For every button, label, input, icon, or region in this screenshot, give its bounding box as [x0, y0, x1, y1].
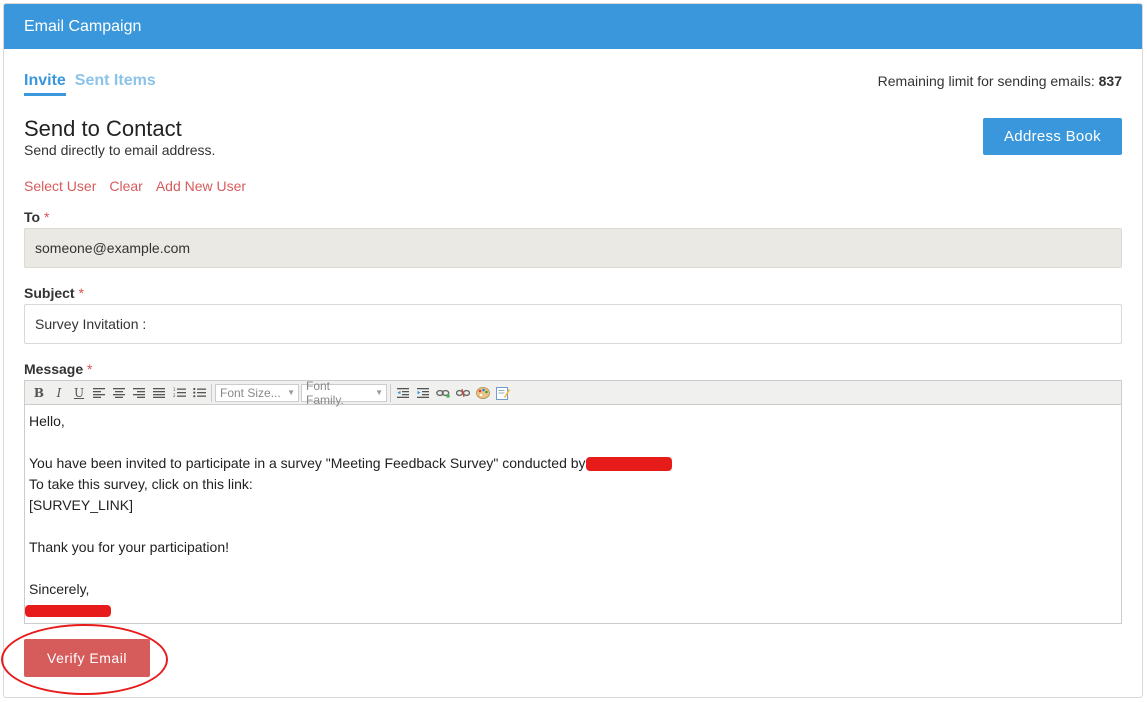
message-line-invite: You have been invited to participate in … — [29, 455, 586, 471]
tab-sent-items[interactable]: Sent Items — [75, 72, 156, 96]
bold-icon[interactable]: B — [29, 383, 49, 403]
editor-toolbar: B I U 12 Font Size... ▼ Font Family. ▼ — [25, 379, 1121, 407]
font-size-select-label: Font Size... — [220, 385, 281, 400]
message-greeting: Hello, — [29, 413, 65, 429]
user-links: Select User Clear Add New User — [24, 178, 246, 194]
align-left-icon[interactable] — [89, 383, 109, 403]
outdent-icon[interactable] — [393, 383, 413, 403]
required-mark: * — [43, 209, 50, 225]
survey-link-placeholder: [SURVEY_LINK] — [29, 497, 134, 513]
remaining-limit-label: Remaining limit for sending emails: — [877, 73, 1099, 89]
tab-invite[interactable]: Invite — [24, 72, 66, 96]
clear-link[interactable]: Clear — [109, 178, 142, 194]
email-campaign-panel: Email Campaign Invite Sent Items Remaini… — [1, 3, 1143, 698]
signature-line — [25, 600, 1117, 618]
tab-bar: Invite Sent Items — [24, 72, 156, 96]
chevron-down-icon: ▼ — [287, 388, 295, 397]
italic-icon[interactable]: I — [49, 383, 69, 403]
message-editor: B I U 12 Font Size... ▼ Font Family. ▼ H… — [24, 379, 1122, 624]
panel-header: Email Campaign — [4, 4, 1142, 49]
subject-label: Subject * — [24, 285, 84, 301]
message-label: Message * — [24, 361, 93, 377]
message-closing: Sincerely, — [29, 581, 90, 597]
redaction-mark — [25, 605, 111, 618]
remaining-limit-value: 837 — [1098, 73, 1122, 89]
address-book-button[interactable]: Address Book — [983, 118, 1122, 155]
message-line: You have been invited to participate in … — [29, 453, 1117, 474]
section-title: Send to Contact — [24, 116, 182, 141]
font-size-select[interactable]: Font Size... ▼ — [215, 383, 299, 402]
align-right-icon[interactable] — [129, 383, 149, 403]
justify-icon[interactable] — [149, 383, 169, 403]
indent-icon[interactable] — [413, 383, 433, 403]
to-label-text: To — [24, 209, 41, 225]
underline-icon[interactable]: U — [69, 383, 89, 403]
select-user-link[interactable]: Select User — [24, 178, 96, 194]
message-line: To take this survey, click on this link: — [29, 476, 253, 492]
toolbar-divider — [390, 383, 391, 402]
highlight-circle-annotation — [1, 624, 168, 695]
color-palette-icon[interactable] — [473, 383, 493, 403]
toolbar-divider — [211, 383, 212, 402]
svg-text:1: 1 — [173, 387, 176, 392]
font-family-select[interactable]: Font Family. ▼ — [301, 379, 387, 407]
remaining-limit: Remaining limit for sending emails: 837 — [878, 73, 1122, 89]
unlink-icon[interactable] — [453, 383, 473, 403]
subject-field[interactable]: Survey Invitation : — [24, 304, 1122, 344]
edit-source-icon[interactable] — [493, 383, 513, 403]
link-icon[interactable] — [433, 383, 453, 403]
chevron-down-icon: ▼ — [375, 388, 383, 397]
font-family-select-label: Font Family. — [306, 378, 344, 407]
editor-content[interactable]: Hello, You have been invited to particip… — [25, 405, 1121, 622]
message-thanks: Thank you for your participation! — [29, 539, 229, 555]
redaction-mark — [585, 457, 672, 472]
subject-label-text: Subject — [24, 285, 75, 301]
section-subtitle: Send directly to email address. — [24, 142, 216, 158]
align-center-icon[interactable] — [109, 383, 129, 403]
ordered-list-icon[interactable]: 12 — [169, 383, 189, 403]
required-mark: * — [78, 285, 84, 301]
message-label-text: Message — [24, 361, 84, 377]
to-field[interactable]: someone@example.com — [24, 228, 1122, 268]
unordered-list-icon[interactable] — [189, 383, 209, 403]
to-label: To * — [24, 209, 49, 225]
add-new-user-link[interactable]: Add New User — [156, 178, 246, 194]
svg-text:2: 2 — [173, 393, 176, 398]
required-mark: * — [87, 361, 93, 377]
